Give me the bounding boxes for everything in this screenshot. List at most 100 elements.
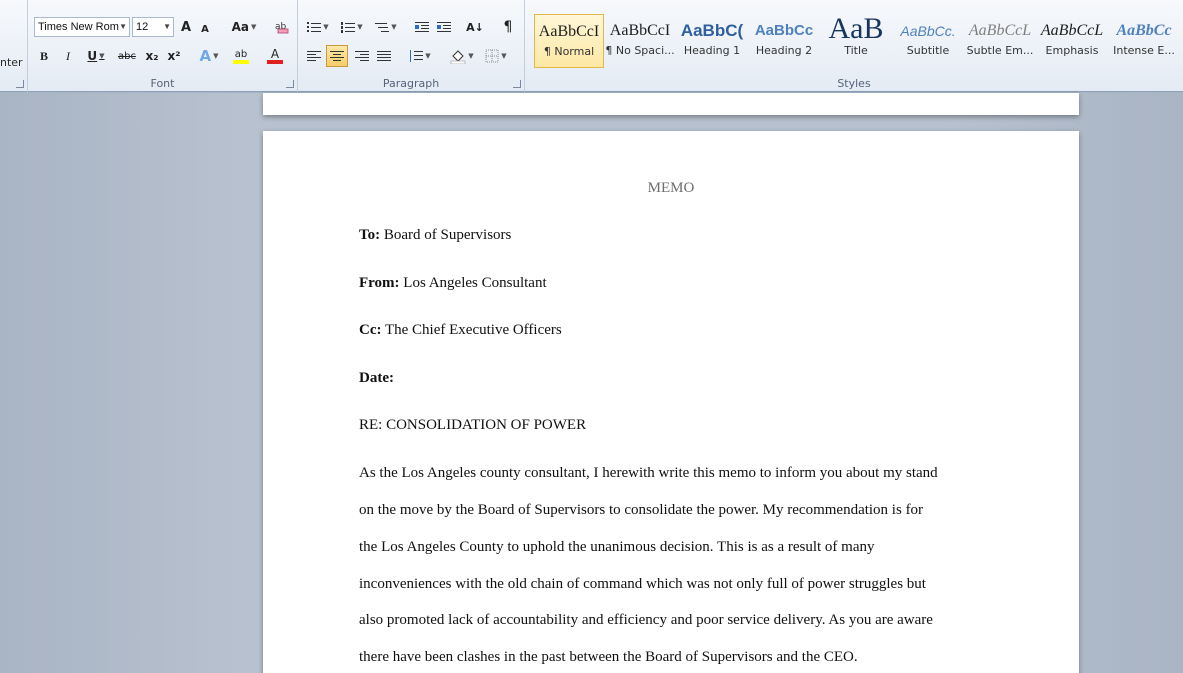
re-line: RE: CONSOLIDATION OF POWER xyxy=(359,417,587,433)
font-color-button[interactable]: A xyxy=(260,46,290,66)
font-group: Times New Rom ▼ 12 ▼ A A Aa ▼ ab B I U ▼ a… xyxy=(28,0,298,92)
decrease-indent-icon xyxy=(415,21,429,33)
align-right-icon xyxy=(355,50,369,62)
current-page[interactable]: MEMO To: Board of Supervisors From: Los … xyxy=(263,131,1079,673)
style-heading-2[interactable]: AaBbCc Heading 2 xyxy=(749,14,819,68)
decrease-indent-button[interactable] xyxy=(412,17,432,37)
style-name: Heading 2 xyxy=(755,44,813,57)
grow-font-icon: A xyxy=(180,19,192,35)
text-effects-button[interactable]: A ▼ xyxy=(196,46,222,66)
style-emphasis[interactable]: AaBbCcL Emphasis xyxy=(1037,14,1107,68)
shrink-font-button[interactable]: A xyxy=(198,19,212,39)
line-spacing-button[interactable]: ▼ xyxy=(406,46,434,66)
italic-icon: I xyxy=(66,48,70,63)
clipboard-launcher-icon[interactable] xyxy=(16,80,24,88)
align-left-button[interactable] xyxy=(304,46,324,66)
style-heading-1[interactable]: AaBbC( Heading 1 xyxy=(677,14,747,68)
date-label: Date: xyxy=(359,370,394,386)
style-normal[interactable]: AaBbCcI ¶ Normal xyxy=(534,14,604,68)
chevron-down-icon[interactable]: ▼ xyxy=(163,18,171,36)
document-area[interactable]: MEMO To: Board of Supervisors From: Los … xyxy=(0,93,1183,673)
increase-indent-button[interactable] xyxy=(434,17,454,37)
style-sample: AaBbCcI xyxy=(609,22,671,39)
from-label: From: xyxy=(359,275,400,291)
chevron-down-icon: ▼ xyxy=(468,52,474,60)
shading-button[interactable]: ▼ xyxy=(448,46,476,66)
highlighter-icon: ab xyxy=(234,48,248,60)
sort-button[interactable]: A↓ xyxy=(464,17,486,37)
borders-button[interactable]: ▼ xyxy=(482,46,510,66)
chevron-down-icon[interactable]: ▼ xyxy=(119,18,127,36)
chevron-down-icon: ▼ xyxy=(251,23,257,31)
align-left-icon xyxy=(307,50,321,62)
change-case-button[interactable]: Aa ▼ xyxy=(230,17,258,37)
chevron-down-icon: ▼ xyxy=(99,52,105,60)
styles-group: AaBbCcI ¶ Normal AaBbCcI ¶ No Spaci... A… xyxy=(525,0,1183,92)
show-formatting-button[interactable]: ¶ xyxy=(498,17,518,37)
superscript-icon: x² xyxy=(167,49,181,63)
font-launcher-icon[interactable] xyxy=(286,80,294,88)
justify-button[interactable] xyxy=(374,46,394,66)
style-subtle-emphasis[interactable]: AaBbCcL Subtle Em... xyxy=(965,14,1035,68)
font-size-value: 12 xyxy=(136,21,149,33)
style-name: Title xyxy=(844,44,868,57)
style-sample: AaBbCc. xyxy=(900,23,956,39)
style-title[interactable]: AaB Title xyxy=(821,14,891,68)
style-sample: AaBbC( xyxy=(680,21,744,40)
paragraph-group: ▼ ▼ ▼ A↓ ¶ ▼ ▼ ▼ Paragraph xyxy=(298,0,525,92)
align-center-button[interactable] xyxy=(326,45,348,67)
subscript-button[interactable]: x₂ xyxy=(142,46,162,66)
style-name: Subtitle xyxy=(906,44,950,57)
clipboard-group: nter xyxy=(0,0,28,92)
numbering-button[interactable]: ▼ xyxy=(338,17,366,37)
body-line: there have been clashes in the past betw… xyxy=(359,649,858,665)
highlight-color-bar xyxy=(233,59,249,64)
strikethrough-button[interactable]: abc xyxy=(116,46,138,66)
sort-icon: A↓ xyxy=(466,20,484,34)
highlight-button[interactable]: ab xyxy=(226,46,256,66)
change-case-icon: Aa xyxy=(231,20,249,34)
styles-group-label: Styles xyxy=(837,77,871,90)
italic-button[interactable]: I xyxy=(60,46,76,66)
font-size-combo[interactable]: 12 ▼ xyxy=(132,17,174,37)
clear-formatting-button[interactable]: ab xyxy=(272,17,292,37)
style-no-spacing[interactable]: AaBbCcI ¶ No Spaci... xyxy=(605,14,675,68)
justify-icon xyxy=(377,50,391,62)
date-line: Date: xyxy=(359,370,394,387)
numbering-icon xyxy=(341,21,356,33)
style-subtitle[interactable]: AaBbCc. Subtitle xyxy=(893,14,963,68)
text-effects-icon: A xyxy=(199,47,212,65)
underline-button[interactable]: U ▼ xyxy=(82,46,110,66)
style-intense-emphasis[interactable]: AaBbCc Intense E... xyxy=(1109,14,1179,68)
superscript-button[interactable]: x² xyxy=(164,46,184,66)
paragraph-launcher-icon[interactable] xyxy=(513,80,521,88)
paragraph-group-label: Paragraph xyxy=(382,77,440,90)
body-line: As the Los Angeles county consultant, I … xyxy=(359,465,938,481)
increase-indent-icon xyxy=(437,21,451,33)
chevron-down-icon: ▼ xyxy=(501,52,507,60)
paint-bucket-icon xyxy=(450,50,466,64)
previous-page[interactable] xyxy=(263,93,1079,115)
style-sample: AaBbCc xyxy=(1116,22,1172,39)
bold-button[interactable]: B xyxy=(36,46,52,66)
chevron-down-icon: ▼ xyxy=(357,23,363,31)
font-name-combo[interactable]: Times New Rom ▼ xyxy=(34,17,130,37)
shrink-font-icon: A xyxy=(201,23,209,35)
align-right-button[interactable] xyxy=(352,46,372,66)
font-group-label: Font xyxy=(150,77,175,90)
chevron-down-icon: ▼ xyxy=(391,23,397,31)
style-name: Intense E... xyxy=(1113,44,1175,57)
grow-font-button[interactable]: A xyxy=(178,17,194,37)
line-spacing-icon xyxy=(409,50,424,62)
memo-title: MEMO xyxy=(647,180,695,196)
multilevel-list-button[interactable]: ▼ xyxy=(372,17,400,37)
bullets-icon xyxy=(307,21,322,33)
style-name: ¶ Normal xyxy=(543,45,595,58)
body-line: also promoted lack of accountability and… xyxy=(359,612,933,628)
pilcrow-icon: ¶ xyxy=(503,19,513,35)
chevron-down-icon: ▼ xyxy=(213,52,219,60)
from-line: From: Los Angeles Consultant xyxy=(359,275,547,292)
format-painter-label[interactable]: nter xyxy=(0,56,23,69)
bullets-button[interactable]: ▼ xyxy=(304,17,332,37)
clear-formatting-icon: ab xyxy=(275,22,289,34)
